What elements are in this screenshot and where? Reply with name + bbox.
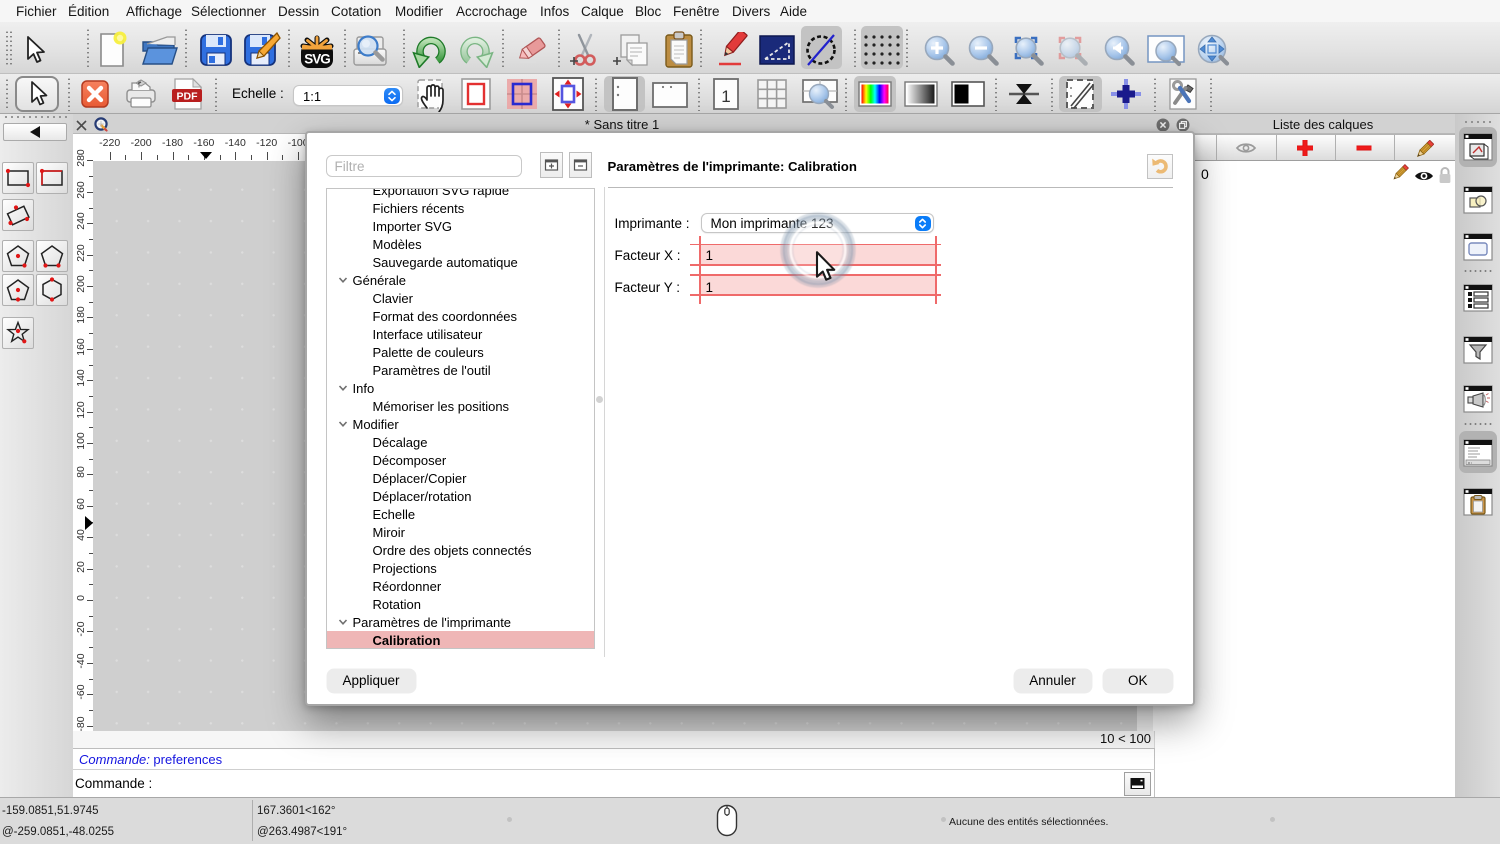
svg-text:SVG: SVG bbox=[304, 52, 330, 67]
svg-text:c:: c: bbox=[1468, 462, 1473, 466]
svg-text:PDF: PDF bbox=[177, 91, 199, 103]
svg-text:1: 1 bbox=[721, 87, 730, 106]
